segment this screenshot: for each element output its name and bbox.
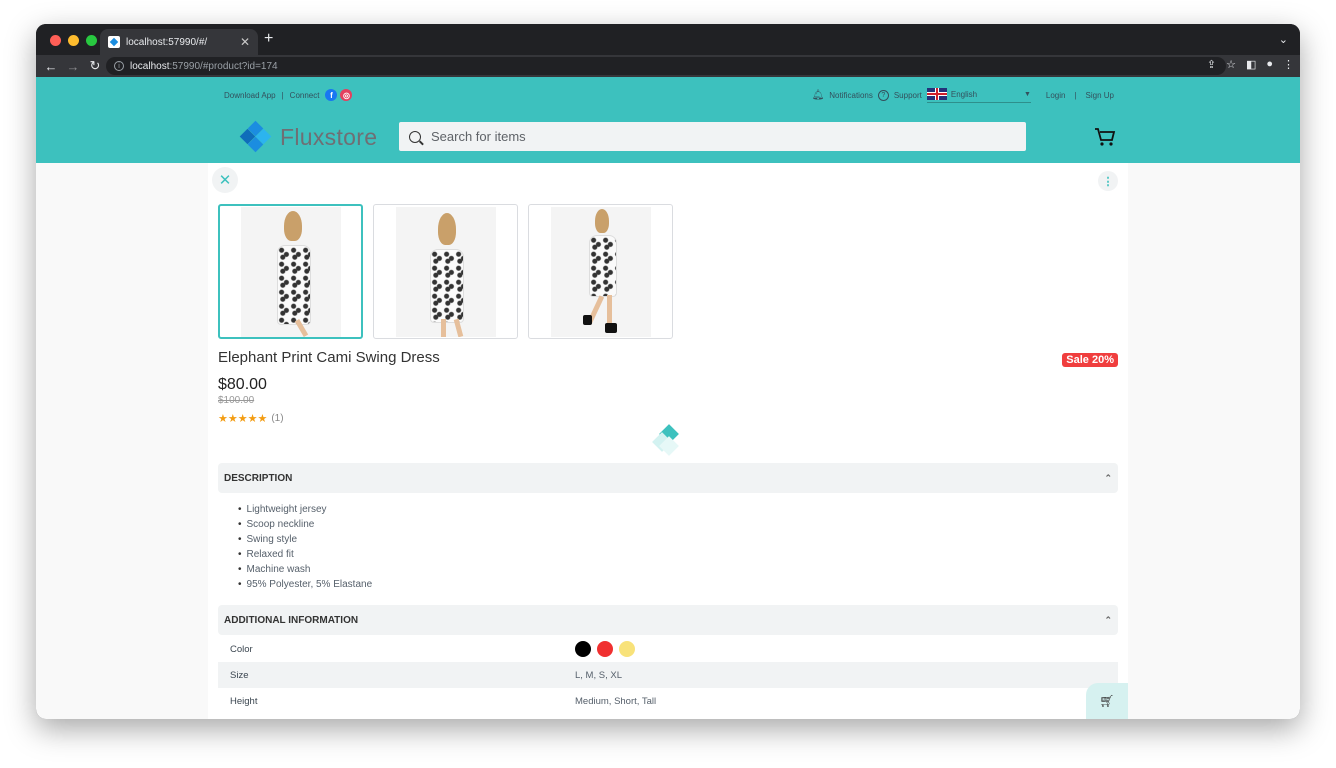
chevron-up-icon[interactable]: ⌃ [1104, 615, 1112, 626]
separator: | [281, 90, 284, 100]
info-label: Size [230, 669, 249, 681]
bookmark-star-icon[interactable]: ☆ [1226, 58, 1236, 71]
dropdown-caret-icon: ▼ [1023, 90, 1031, 98]
tab-title: localhost:57990/#/ [126, 36, 208, 48]
product-photo-front [240, 206, 341, 337]
close-icon[interactable]: ✕ [212, 167, 238, 193]
list-item: Relaxed fit [238, 547, 372, 562]
sale-badge: Sale 20% [1062, 353, 1118, 367]
star-rating-icon: ★★★★★ [218, 413, 268, 425]
search-icon [409, 130, 421, 143]
profile-icon[interactable]: ● [1266, 58, 1273, 71]
site-logo[interactable]: Fluxstore [239, 120, 378, 153]
add-to-cart-button[interactable]: 🛒︎ [1086, 683, 1128, 719]
add-to-cart-icon: 🛒︎ [1099, 694, 1115, 708]
instagram-icon[interactable]: ◎ [340, 89, 353, 101]
fluxstore-logo-icon [239, 120, 272, 153]
loading-spinner-icon [652, 424, 684, 456]
product-rating[interactable]: ★★★★★ (1) [218, 412, 284, 425]
additional-info-accordion-header[interactable]: Additional Information ⌃ [218, 605, 1118, 635]
back-button[interactable]: ← [40, 59, 62, 74]
info-value: Medium, Short, Tall [575, 695, 657, 707]
product-image-thumb[interactable] [373, 204, 518, 339]
list-item: Machine wash [238, 562, 372, 577]
review-count: (1) [271, 413, 284, 424]
site-info-icon[interactable]: i [114, 61, 124, 71]
regular-price: $100.00 [218, 395, 255, 406]
facebook-icon[interactable]: f [325, 89, 338, 101]
separator: | [1074, 91, 1077, 100]
color-swatch[interactable] [619, 641, 635, 657]
additional-info-heading: Additional Information [224, 614, 359, 626]
product-image-thumb[interactable] [528, 204, 673, 339]
browser-toolbar: ← → ↻ i localhost:57990/#product?id=174 … [36, 55, 1300, 77]
top-right-links: 🔔︎ Notifications ? Support English ▼ Log… [812, 88, 1114, 103]
help-icon[interactable]: ? [877, 90, 889, 101]
top-left-links: Download App | Connect f ◎ [224, 89, 353, 101]
search-input[interactable]: Search for items [399, 122, 1026, 151]
maximize-window-button[interactable] [86, 35, 97, 46]
color-swatch[interactable] [575, 641, 591, 657]
product-title: Elephant Print Cami Swing Dress [218, 349, 440, 366]
chevron-up-icon[interactable]: ⌃ [1104, 473, 1112, 484]
login-link[interactable]: Login [1046, 91, 1066, 100]
info-label: Color [230, 643, 253, 655]
browser-window: localhost:57990/#/ ✕ + ⌄ ← → ↻ i localho… [36, 24, 1300, 719]
info-row-height: Height Medium, Short, Tall [218, 688, 1118, 714]
new-tab-button[interactable]: + [264, 30, 273, 48]
tab-search-chevron-icon[interactable]: ⌄ [1279, 33, 1288, 46]
page: Download App | Connect f ◎ 🔔︎ Notificati… [36, 77, 1300, 719]
url-host: localhost [130, 60, 170, 72]
url-path: :57990/#product?id=174 [169, 60, 278, 72]
window-controls [50, 35, 97, 46]
info-row-color: Color [218, 636, 1118, 662]
address-bar[interactable]: i localhost:57990/#product?id=174 [106, 57, 1226, 75]
description-heading: Description [224, 472, 293, 484]
toolbar-icons: ⇪ ☆ ◧ ● ⋮ [1207, 58, 1294, 71]
favicon-icon [108, 36, 120, 48]
support-link[interactable]: Support [894, 91, 922, 100]
list-item: Lightweight jersey [238, 502, 372, 517]
list-item: Swing style [238, 532, 372, 547]
language-value: English [950, 89, 978, 99]
site-header: Download App | Connect f ◎ 🔔︎ Notificati… [36, 77, 1300, 163]
cart-icon[interactable] [1094, 127, 1116, 147]
notifications-link[interactable]: Notifications [829, 91, 873, 100]
download-app-link[interactable]: Download App [224, 91, 276, 100]
info-value: L, M, S, XL [575, 669, 622, 681]
list-item: 95% Polyester, 5% Elastane [238, 577, 373, 592]
close-tab-icon[interactable]: ✕ [240, 35, 250, 49]
brand-name: Fluxstore [280, 123, 378, 150]
signup-link[interactable]: Sign Up [1086, 91, 1114, 100]
uk-flag-icon [926, 88, 947, 100]
tab-bar: localhost:57990/#/ ✕ + ⌄ [36, 24, 1300, 55]
bell-icon[interactable]: 🔔︎ [812, 90, 825, 101]
product-image-thumb[interactable] [218, 204, 363, 339]
description-accordion-header[interactable]: Description ⌃ [218, 463, 1118, 493]
side-panel-icon[interactable]: ◧ [1246, 58, 1256, 71]
forward-button[interactable]: → [62, 59, 84, 74]
minimize-window-button[interactable] [68, 35, 79, 46]
close-window-button[interactable] [50, 35, 61, 46]
more-options-icon[interactable]: ⋮ [1098, 171, 1118, 191]
search-placeholder: Search for items [431, 129, 526, 144]
description-list: Lightweight jersey Scoop neckline Swing … [238, 502, 373, 592]
connect-label: Connect [289, 90, 320, 100]
share-icon[interactable]: ⇪ [1207, 58, 1216, 71]
product-gallery [218, 204, 673, 339]
product-price: $80.00 [218, 376, 267, 393]
product-photo-side [550, 206, 651, 337]
product-detail: ✕ ⋮ Elephant Print Cami Swing Dress Sale… [208, 163, 1128, 719]
browser-menu-icon[interactable]: ⋮ [1283, 58, 1294, 71]
info-label: Height [230, 695, 258, 707]
reload-button[interactable]: ↻ [84, 58, 106, 74]
browser-tab[interactable]: localhost:57990/#/ ✕ [100, 29, 258, 55]
language-select[interactable]: English ▼ [926, 88, 1031, 103]
color-swatch[interactable] [597, 641, 613, 657]
info-row-size: Size L, M, S, XL [218, 662, 1118, 688]
product-photo-back [395, 206, 496, 337]
list-item: Scoop neckline [238, 517, 372, 532]
